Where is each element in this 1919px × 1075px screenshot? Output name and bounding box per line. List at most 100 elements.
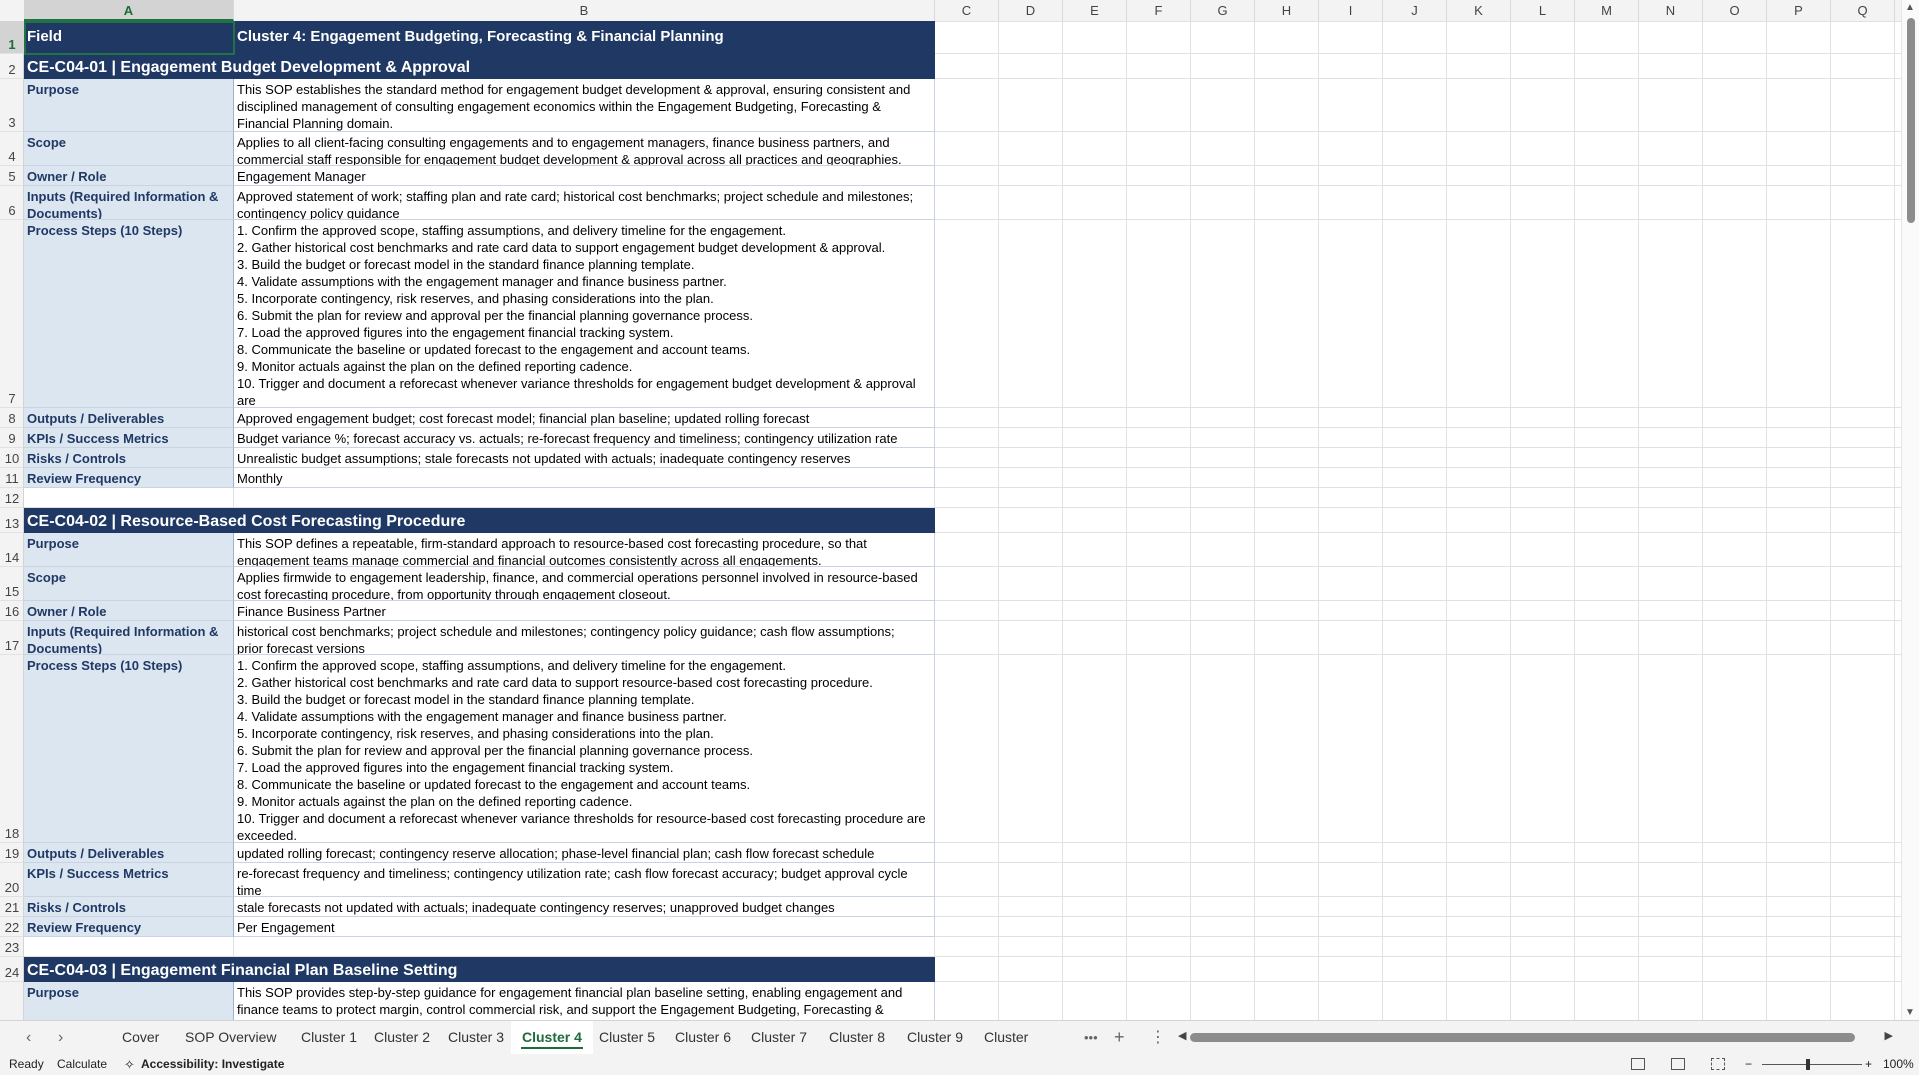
sheet-tab-cluster-9[interactable]: Cluster 9 xyxy=(896,1021,974,1054)
zoom-out-button[interactable]: − xyxy=(1745,1054,1752,1075)
sheet-tab-cluster-5[interactable]: Cluster 5 xyxy=(588,1021,666,1054)
sheet-tab-cover[interactable]: Cover xyxy=(111,1021,170,1054)
field-value-cell[interactable]: This SOP establishes the standard method… xyxy=(234,79,935,132)
field-value-cell[interactable]: Finance Business Partner xyxy=(234,601,935,621)
field-value-cell[interactable]: Budget variance %; forecast accuracy vs.… xyxy=(234,428,935,448)
sheet-tab-cluster-8[interactable]: Cluster 8 xyxy=(818,1021,896,1054)
field-label-cell[interactable]: Purpose xyxy=(24,79,234,132)
field-value-cell[interactable]: stale forecasts not updated with actuals… xyxy=(234,897,935,917)
row-header-3[interactable]: 3 xyxy=(0,79,23,132)
field-value-cell[interactable]: Monthly xyxy=(234,468,935,488)
cluster-title-cell[interactable]: Cluster 4: Engagement Budgeting, Forecas… xyxy=(234,21,935,54)
sheet-tab-cluster-2[interactable]: Cluster 2 xyxy=(363,1021,441,1054)
column-header-f[interactable]: F xyxy=(1127,0,1191,21)
row-header-20[interactable]: 20 xyxy=(0,863,23,897)
field-label-cell[interactable]: Process Steps (10 Steps) xyxy=(24,655,234,843)
scroll-down-arrow-icon[interactable]: ▼ xyxy=(1905,1007,1915,1018)
next-sheet-arrow-icon[interactable]: › xyxy=(58,1021,63,1054)
field-value-cell[interactable]: Applies to all client-facing consulting … xyxy=(234,132,935,166)
page-break-view-icon[interactable] xyxy=(1711,1058,1725,1070)
column-header-k[interactable]: K xyxy=(1447,0,1511,21)
sheet-tab-cluster[interactable]: Cluster xyxy=(973,1021,1039,1054)
accessibility-status[interactable]: Accessibility: Investigate xyxy=(141,1054,284,1075)
worksheet-grid[interactable]: Field Cluster 4: Engagement Budgeting, Fo… xyxy=(24,21,1901,1020)
field-label-cell[interactable]: Scope xyxy=(24,132,234,166)
row-header-12[interactable]: 12 xyxy=(0,488,23,508)
column-header-n[interactable]: N xyxy=(1639,0,1703,21)
row-header-23[interactable]: 23 xyxy=(0,937,23,957)
section-header[interactable]: CE-C04-02 | Resource-Based Cost Forecast… xyxy=(24,508,935,533)
row-header-15[interactable]: 15 xyxy=(0,567,23,601)
row-header-14[interactable]: 14 xyxy=(0,533,23,567)
prev-sheet-arrow-icon[interactable]: ‹ xyxy=(26,1021,31,1054)
field-value-cell[interactable]: This SOP defines a repeatable, firm-stan… xyxy=(234,533,935,567)
calculate-button[interactable]: Calculate xyxy=(57,1054,107,1075)
row-header-2[interactable]: 2 xyxy=(0,54,23,79)
row-header-24[interactable]: 24 xyxy=(0,957,23,982)
scroll-right-arrow-icon[interactable]: ▶ xyxy=(1885,1029,1893,1042)
field-label-cell[interactable]: Risks / Controls xyxy=(24,448,234,468)
sheet-tab-cluster-7[interactable]: Cluster 7 xyxy=(740,1021,818,1054)
column-header-p[interactable]: P xyxy=(1767,0,1831,21)
row-header-4[interactable]: 4 xyxy=(0,132,23,166)
row-header-11[interactable]: 11 xyxy=(0,468,23,488)
column-header-e[interactable]: E xyxy=(1063,0,1127,21)
column-header-j[interactable]: J xyxy=(1383,0,1447,21)
column-header-q[interactable]: Q xyxy=(1831,0,1895,21)
column-header-m[interactable]: M xyxy=(1575,0,1639,21)
field-value-cell[interactable]: Approved statement of work; staffing pla… xyxy=(234,186,935,220)
sheet-tab-cluster-1[interactable]: Cluster 1 xyxy=(290,1021,368,1054)
sheet-tab-cluster-3[interactable]: Cluster 3 xyxy=(437,1021,515,1054)
column-header-g[interactable]: G xyxy=(1191,0,1255,21)
sheet-menu-icon[interactable]: ⋮ xyxy=(1150,1021,1166,1054)
field-label-cell[interactable]: Purpose xyxy=(24,533,234,567)
field-label-cell[interactable]: Review Frequency xyxy=(24,468,234,488)
field-label-cell[interactable]: Outputs / Deliverables xyxy=(24,408,234,428)
field-label-cell[interactable]: Owner / Role xyxy=(24,166,234,186)
row-header-9[interactable]: 9 xyxy=(0,428,23,448)
row-header-19[interactable]: 19 xyxy=(0,843,23,863)
field-value-cell[interactable]: This SOP provides step-by-step guidance … xyxy=(234,982,935,1020)
horizontal-scroll-thumb[interactable] xyxy=(1190,1033,1855,1042)
field-label-cell[interactable]: Process Steps (10 Steps) xyxy=(24,220,234,408)
field-label-cell[interactable]: Risks / Controls xyxy=(24,897,234,917)
horizontal-scrollbar[interactable]: ◀ ▶ xyxy=(1178,1029,1893,1045)
field-value-cell[interactable]: updated rolling forecast; contingency re… xyxy=(234,843,935,863)
row-header-18[interactable]: 18 xyxy=(0,655,23,843)
row-header-7[interactable]: 7 xyxy=(0,220,23,408)
field-value-cell[interactable]: Applies firmwide to engagement leadershi… xyxy=(234,567,935,601)
zoom-level[interactable]: 100% xyxy=(1883,1054,1914,1075)
field-label-cell[interactable]: Outputs / Deliverables xyxy=(24,843,234,863)
field-label-cell[interactable]: Inputs (Required Information & Documents… xyxy=(24,621,234,655)
row-header-13[interactable]: 13 xyxy=(0,508,23,533)
field-value-cell[interactable]: re-forecast frequency and timeliness; co… xyxy=(234,863,935,897)
section-header[interactable]: CE-C04-01 | Engagement Budget Developmen… xyxy=(24,54,935,79)
field-value-cell[interactable]: Unrealistic budget assumptions; stale fo… xyxy=(234,448,935,468)
row-header-17[interactable]: 17 xyxy=(0,621,23,655)
field-label-cell[interactable]: Review Frequency xyxy=(24,917,234,937)
row-header-5[interactable]: 5 xyxy=(0,166,23,186)
field-value-cell[interactable]: historical cost benchmarks; project sche… xyxy=(234,621,935,655)
field-value-cell[interactable]: 1. Confirm the approved scope, staffing … xyxy=(234,220,935,408)
field-label-cell[interactable]: Inputs (Required Information & Documents… xyxy=(24,186,234,220)
zoom-slider[interactable] xyxy=(1762,1064,1862,1065)
field-value-cell[interactable]: Engagement Manager xyxy=(234,166,935,186)
row-header-1[interactable]: 1 xyxy=(0,21,23,54)
field-label-cell[interactable]: KPIs / Success Metrics xyxy=(24,863,234,897)
column-header-o[interactable]: O xyxy=(1703,0,1767,21)
row-header-10[interactable]: 10 xyxy=(0,448,23,468)
normal-view-icon[interactable] xyxy=(1631,1058,1645,1070)
field-value-cell[interactable]: Per Engagement xyxy=(234,917,935,937)
row-header-21[interactable]: 21 xyxy=(0,897,23,917)
add-sheet-button[interactable]: + xyxy=(1114,1021,1125,1054)
field-label-cell[interactable]: Purpose xyxy=(24,982,234,1020)
row-header-22[interactable]: 22 xyxy=(0,917,23,937)
vertical-scroll-thumb[interactable] xyxy=(1907,18,1915,223)
field-header-cell[interactable]: Field xyxy=(24,21,234,54)
row-header-8[interactable]: 8 xyxy=(0,408,23,428)
field-value-cell[interactable]: 1. Confirm the approved scope, staffing … xyxy=(234,655,935,843)
column-header-b[interactable]: B xyxy=(234,0,935,21)
row-header-16[interactable]: 16 xyxy=(0,601,23,621)
sheet-tab-cluster-6[interactable]: Cluster 6 xyxy=(664,1021,742,1054)
page-layout-view-icon[interactable] xyxy=(1671,1058,1685,1070)
